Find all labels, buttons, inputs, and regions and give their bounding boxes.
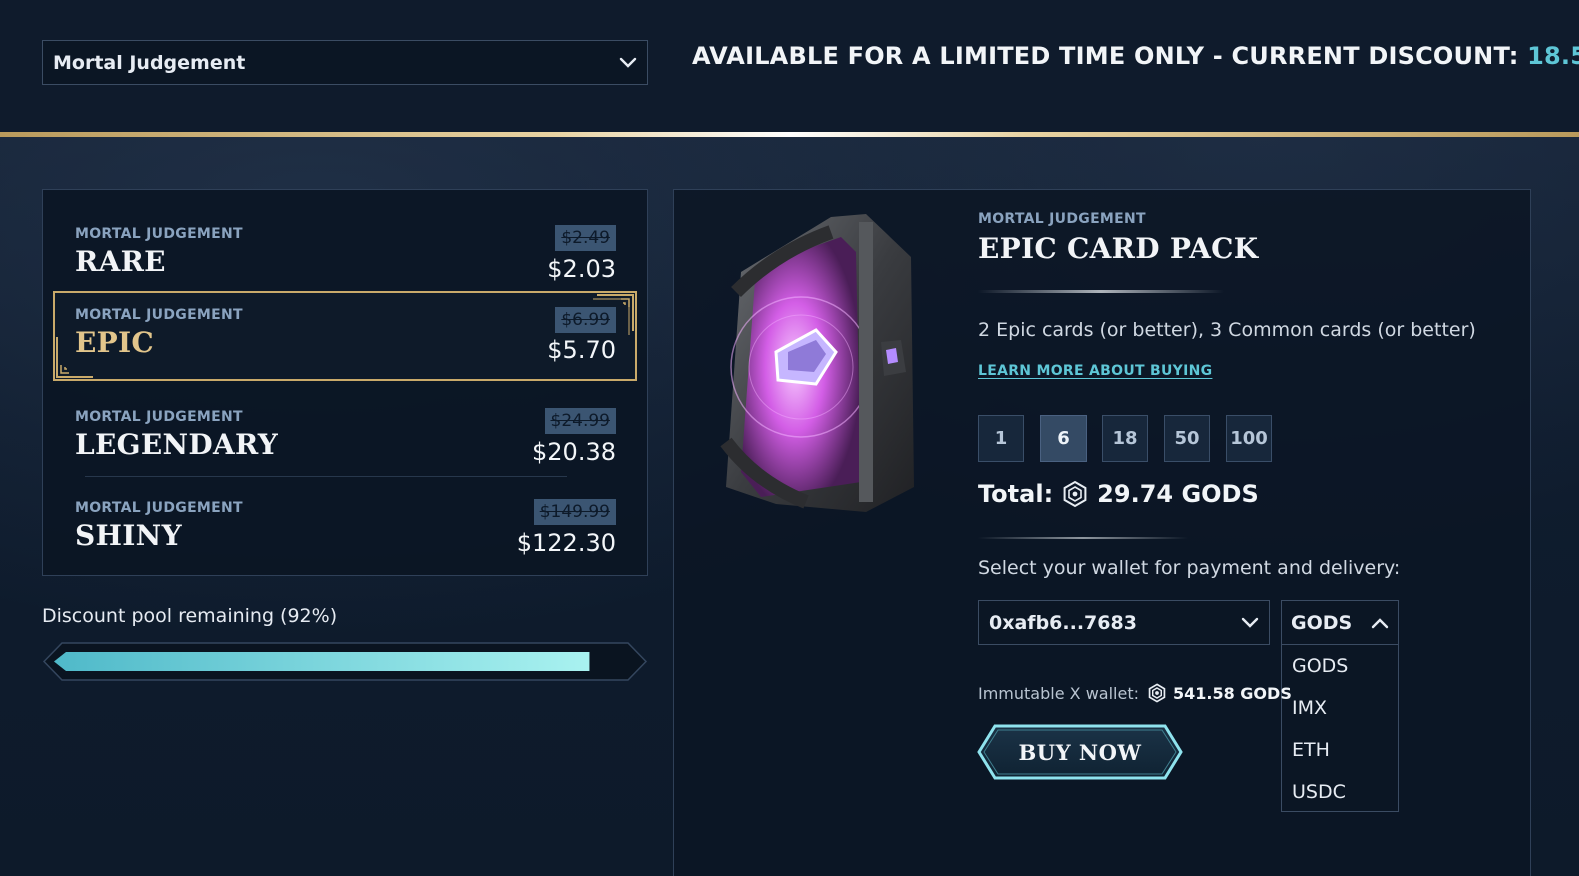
currency-option-eth[interactable]: ETH xyxy=(1282,729,1398,771)
buy-now-label: BUY NOW xyxy=(1018,739,1142,765)
pack-new-price: $2.03 xyxy=(547,255,616,283)
pack-set-label: MORTAL JUDGEMENT xyxy=(75,409,243,425)
quantity-option-18[interactable]: 18 xyxy=(1102,415,1148,462)
total-row: Total: 29.74 GODS xyxy=(978,480,1259,508)
gods-coin-icon xyxy=(1061,480,1089,508)
currency-dropdown-value: GODS xyxy=(1291,611,1353,634)
discount-pool-progress-bar xyxy=(42,642,648,681)
pack-name: RARE xyxy=(75,245,166,278)
imx-wallet-balance-row: Immutable X wallet: 541.58 GODS xyxy=(978,683,1292,703)
total-value: 29.74 GODS xyxy=(1097,480,1259,508)
pack-option-epic[interactable]: MORTAL JUDGEMENT EPIC $6.99 $5.70 xyxy=(53,291,637,381)
currency-dropdown[interactable]: GODS xyxy=(1281,600,1399,645)
quantity-option-1[interactable]: 1 xyxy=(978,415,1024,462)
quantity-option-50[interactable]: 50 xyxy=(1164,415,1210,462)
pack-name: SHINY xyxy=(75,519,182,552)
pack-set-label: MORTAL JUDGEMENT xyxy=(75,500,243,516)
imx-wallet-balance: 541.58 GODS xyxy=(1172,683,1292,703)
pack-option-shiny[interactable]: MORTAL JUDGEMENT SHINY $149.99 $122.30 xyxy=(53,473,637,563)
wallet-prompt: Select your wallet for payment and deliv… xyxy=(978,557,1401,579)
learn-more-link[interactable]: LEARN MORE ABOUT BUYING xyxy=(978,363,1212,379)
discount-pool-label: Discount pool remaining (92%) xyxy=(42,605,338,627)
buy-now-button[interactable]: BUY NOW xyxy=(977,724,1183,780)
total-divider xyxy=(978,537,1188,539)
gods-coin-icon xyxy=(1147,683,1167,703)
detail-set-label: MORTAL JUDGEMENT xyxy=(978,211,1146,227)
promo-banner: AVAILABLE FOR A LIMITED TIME ONLY - CURR… xyxy=(692,42,1579,70)
currency-option-usdc[interactable]: USDC xyxy=(1282,771,1398,813)
currency-option-imx[interactable]: IMX xyxy=(1282,687,1398,729)
set-dropdown[interactable]: Mortal Judgement xyxy=(42,40,648,85)
pack-old-price: $24.99 xyxy=(544,408,616,434)
chevron-up-icon xyxy=(1371,614,1389,632)
pack-name: LEGENDARY xyxy=(75,428,278,461)
pack-new-price: $122.30 xyxy=(516,529,616,557)
pack-set-label: MORTAL JUDGEMENT xyxy=(75,307,243,323)
pack-set-label: MORTAL JUDGEMENT xyxy=(75,226,243,242)
pack-old-price: $2.49 xyxy=(555,225,616,251)
quantity-option-100[interactable]: 100 xyxy=(1226,415,1272,462)
detail-description: 2 Epic cards (or better), 3 Common cards… xyxy=(978,319,1476,341)
pack-old-price: $149.99 xyxy=(533,499,616,525)
pack-option-rare[interactable]: MORTAL JUDGEMENT RARE $2.49 $2.03 xyxy=(53,199,637,289)
title-underline xyxy=(978,290,1224,293)
pack-new-price: $5.70 xyxy=(547,336,616,364)
imx-wallet-label: Immutable X wallet: xyxy=(978,683,1139,703)
card-pack-image xyxy=(720,214,914,512)
pack-new-price: $20.38 xyxy=(532,438,616,466)
currency-dropdown-menu: GODS IMX ETH USDC xyxy=(1281,644,1399,812)
quantity-option-6[interactable]: 6 xyxy=(1040,415,1087,462)
currency-option-gods[interactable]: GODS xyxy=(1282,645,1398,687)
chevron-down-icon xyxy=(1241,614,1259,632)
detail-title: EPIC CARD PACK xyxy=(978,232,1259,265)
total-label: Total: xyxy=(978,480,1054,508)
promo-text: AVAILABLE FOR A LIMITED TIME ONLY - CURR… xyxy=(692,42,1528,70)
wallet-dropdown[interactable]: 0xafb6...7683 xyxy=(978,600,1270,645)
promo-discount: 18.5% xyxy=(1527,42,1579,70)
set-dropdown-value: Mortal Judgement xyxy=(53,51,246,74)
pack-option-legendary[interactable]: MORTAL JUDGEMENT LEGENDARY $24.99 $20.38 xyxy=(53,382,637,472)
wallet-dropdown-value: 0xafb6...7683 xyxy=(989,611,1137,634)
corner-ornament-icon xyxy=(56,337,93,378)
corner-ornament-icon xyxy=(593,294,634,335)
discount-pool-fill xyxy=(54,652,590,671)
chevron-down-icon xyxy=(619,54,637,72)
